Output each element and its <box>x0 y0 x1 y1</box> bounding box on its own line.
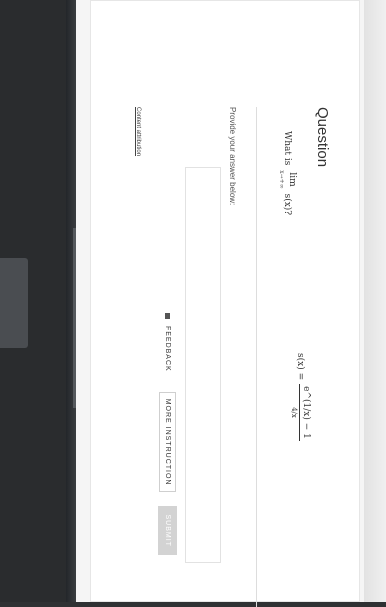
formula-fraction: e^(1/x) − 1 4/x <box>290 384 311 441</box>
limit-word: lim <box>287 172 297 187</box>
feedback-icon <box>165 313 171 319</box>
feedback-button[interactable]: FEEDBACK <box>160 307 175 378</box>
feedback-label: FEEDBACK <box>164 325 171 372</box>
formula-numerator: e^(1/x) − 1 <box>299 384 311 441</box>
prompt-prefix: What is <box>282 131 292 166</box>
scrollbar-track[interactable] <box>364 0 386 602</box>
more-instruction-button[interactable]: MORE INSTRUCTION <box>159 391 176 493</box>
device-frame-tab <box>0 258 28 348</box>
action-buttons: FEEDBACK MORE INSTRUCTION SUBMIT <box>158 307 177 555</box>
question-card-inner: Question What is lim x→+∞ s(x)? s(x) = e… <box>107 67 337 607</box>
question-title: Question <box>314 107 331 168</box>
question-prompt: What is lim x→+∞ s(x)? <box>278 131 297 215</box>
limit-expression: lim x→+∞ <box>278 170 297 188</box>
limit-subscript: x→+∞ <box>278 170 286 189</box>
submit-button[interactable]: SUBMIT <box>158 506 177 555</box>
content-attribution-link[interactable]: Content attribution <box>135 107 141 156</box>
answer-label: Provide your answer below: <box>228 107 237 206</box>
answer-input[interactable] <box>185 167 221 563</box>
formula-denominator: 4/x <box>290 407 298 418</box>
question-card: Question What is lim x→+∞ s(x)? s(x) = e… <box>90 0 360 607</box>
formula: s(x) = e^(1/x) − 1 4/x <box>290 353 311 441</box>
section-divider <box>256 107 257 607</box>
limit-function: s(x)? <box>282 193 292 216</box>
formula-lhs: s(x) = <box>295 353 306 381</box>
